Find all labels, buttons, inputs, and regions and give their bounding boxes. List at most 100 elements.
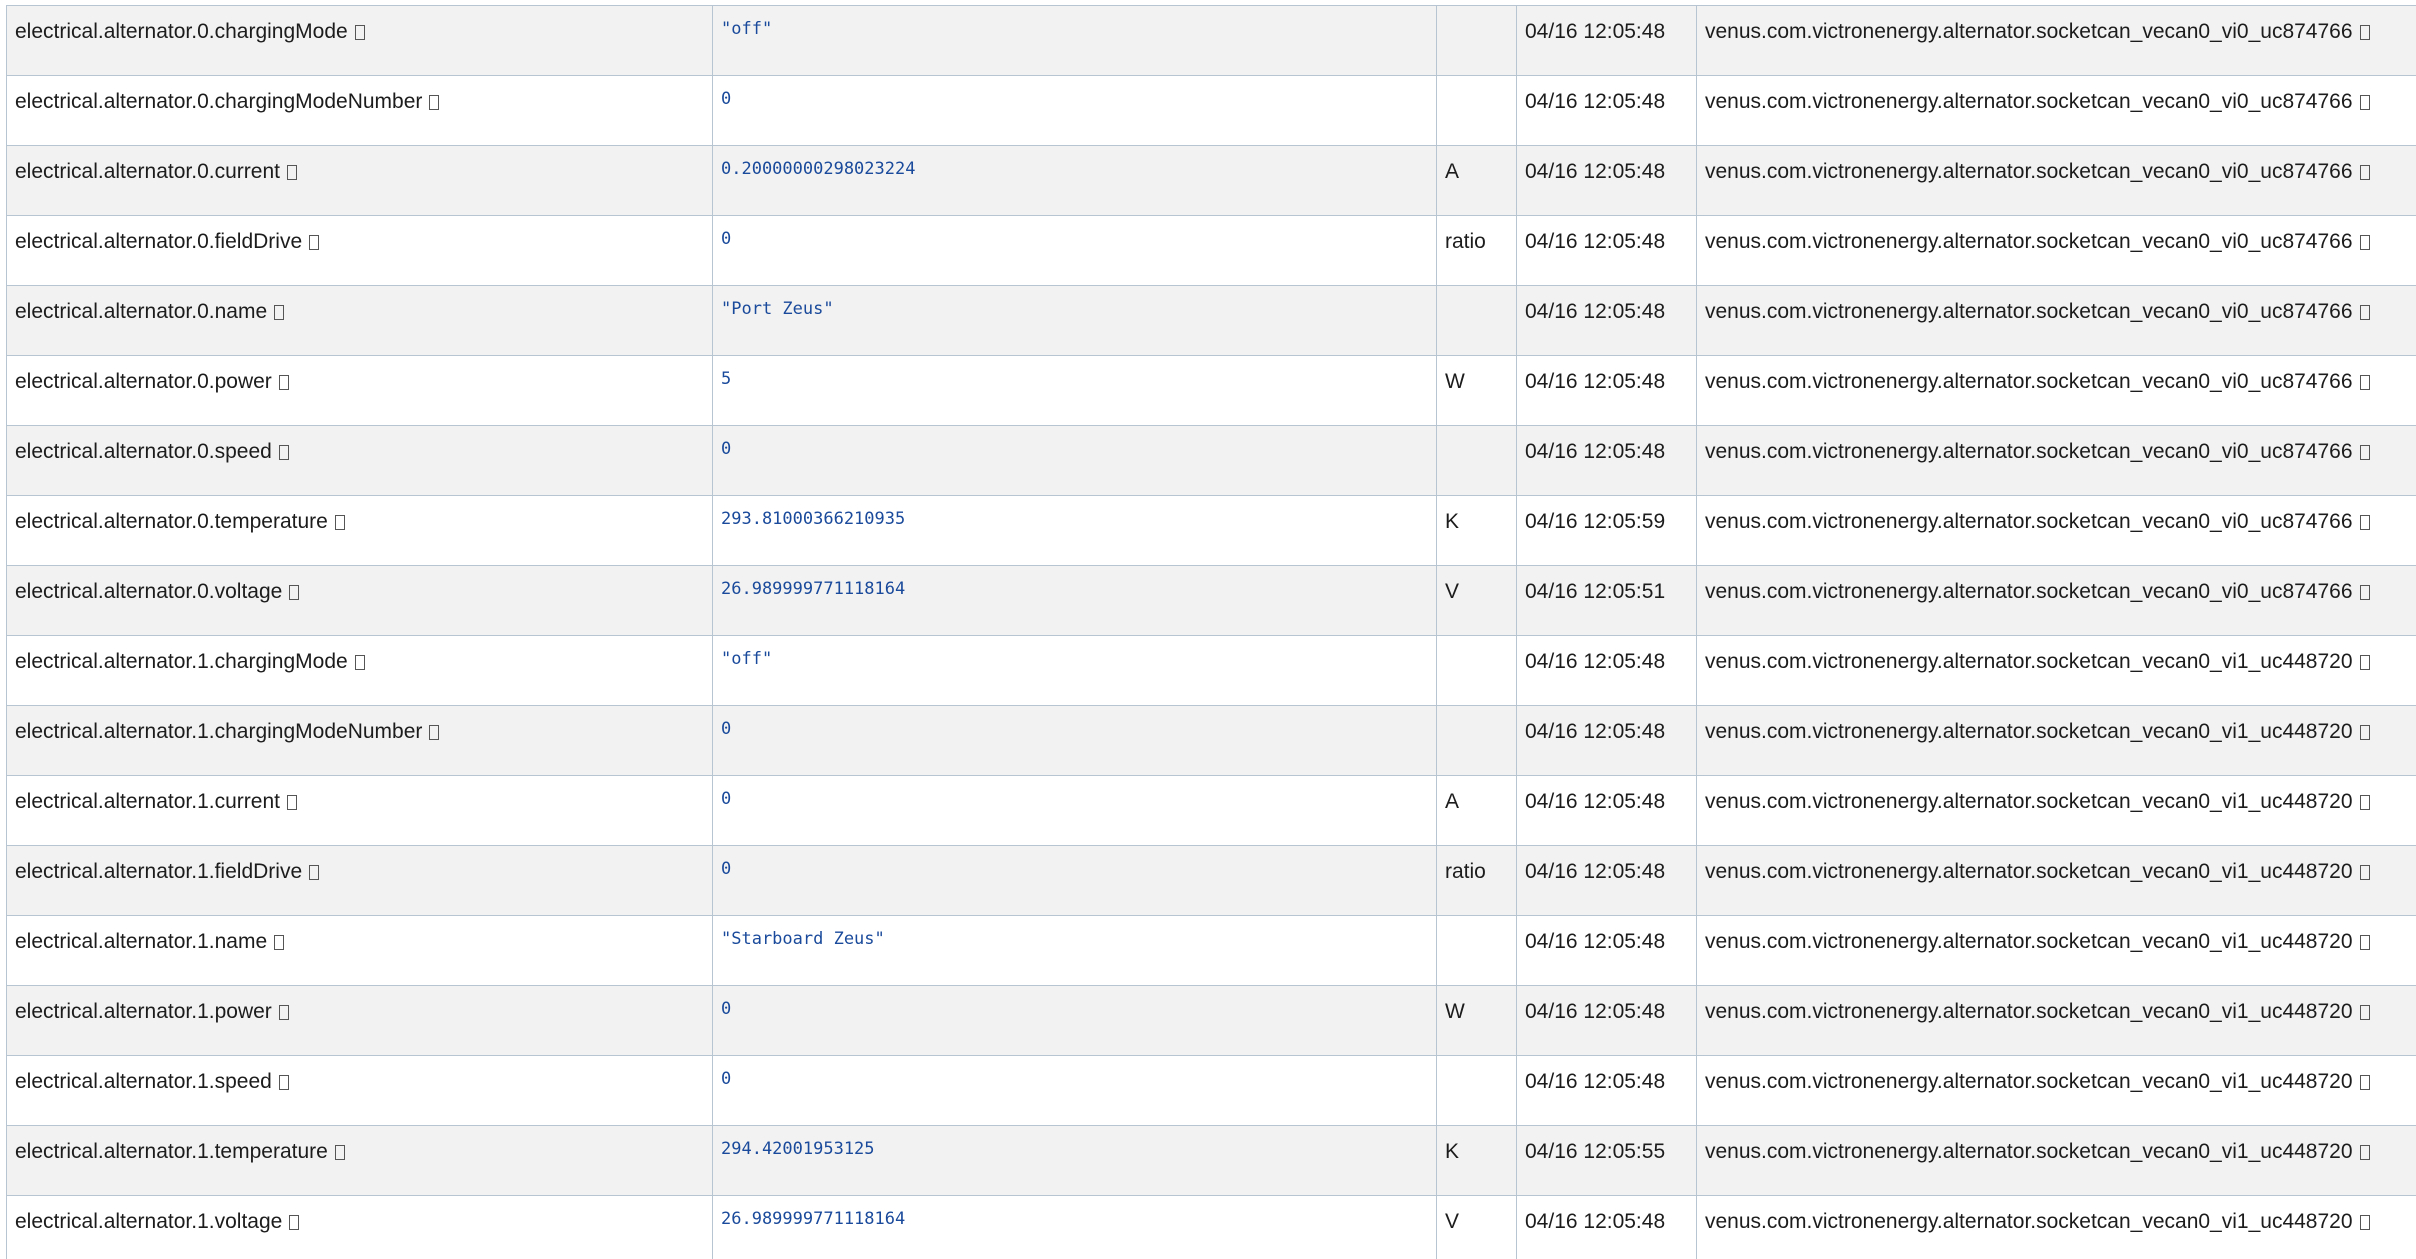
copy-source-icon[interactable] (2359, 1005, 2370, 1020)
path-text: electrical.alternator.0.name (15, 300, 268, 323)
timestamp-cell: 04/16 12:05:48 (1516, 425, 1697, 496)
value-cell: 26.989999771118164 (712, 1195, 1437, 1259)
timestamp-text: 04/16 12:05:48 (1525, 20, 1666, 43)
copy-path-icon[interactable] (278, 375, 289, 390)
value-text: "off" (721, 19, 773, 39)
source-text: venus.com.victronenergy.alternator.socke… (1705, 370, 2353, 393)
units-text: V (1445, 580, 1460, 603)
copy-path-icon[interactable] (334, 515, 345, 530)
copy-path-icon[interactable] (289, 585, 300, 600)
copy-source-icon[interactable] (2359, 165, 2370, 180)
source-text: venus.com.victronenergy.alternator.socke… (1705, 650, 2353, 673)
units-text (1445, 707, 1508, 721)
value-text: 0 (721, 89, 732, 109)
table-body: electrical.alternator.0.chargingMode "of… (6, 5, 2416, 1259)
timestamp-text: 04/16 12:05:48 (1525, 790, 1666, 813)
units-text: A (1445, 790, 1460, 813)
copy-source-icon[interactable] (2359, 935, 2370, 950)
units-text (1445, 1057, 1508, 1071)
units-text (1445, 427, 1508, 441)
value-cell: 5 (712, 355, 1437, 426)
units-text: W (1445, 370, 1465, 393)
path-text: electrical.alternator.0.speed (15, 440, 272, 463)
copy-path-icon[interactable] (286, 165, 297, 180)
copy-source-icon[interactable] (2359, 235, 2370, 250)
table-row: electrical.alternator.1.chargingModeNumb… (6, 705, 2416, 776)
copy-path-icon[interactable] (278, 445, 289, 460)
copy-path-icon[interactable] (309, 235, 320, 250)
units-cell: W (1436, 985, 1517, 1056)
table-row: electrical.alternator.1.current 0 A 04/1… (6, 775, 2416, 846)
copy-source-icon[interactable] (2359, 25, 2370, 40)
value-text: "off" (721, 649, 773, 669)
copy-path-icon[interactable] (354, 655, 365, 670)
source-text: venus.com.victronenergy.alternator.socke… (1705, 1210, 2353, 1233)
value-cell: 0 (712, 705, 1437, 776)
copy-source-icon[interactable] (2359, 95, 2370, 110)
table-row: electrical.alternator.0.current 0.200000… (6, 145, 2416, 216)
copy-path-icon[interactable] (334, 1145, 345, 1160)
source-text: venus.com.victronenergy.alternator.socke… (1705, 440, 2353, 463)
timestamp-cell: 04/16 12:05:55 (1516, 1125, 1697, 1196)
copy-source-icon[interactable] (2359, 1075, 2370, 1090)
source-text: venus.com.victronenergy.alternator.socke… (1705, 790, 2353, 813)
table-row: electrical.alternator.1.chargingMode "of… (6, 635, 2416, 706)
table-row: electrical.alternator.0.speed 0 04/16 12… (6, 425, 2416, 496)
source-text: venus.com.victronenergy.alternator.socke… (1705, 300, 2353, 323)
timestamp-cell: 04/16 12:05:48 (1516, 145, 1697, 216)
copy-source-icon[interactable] (2359, 725, 2370, 740)
copy-path-icon[interactable] (309, 865, 320, 880)
copy-path-icon[interactable] (278, 1005, 289, 1020)
copy-path-icon[interactable] (286, 795, 297, 810)
value-cell: "off" (712, 5, 1437, 76)
copy-path-icon[interactable] (274, 935, 285, 950)
path-cell: electrical.alternator.0.speed (6, 425, 713, 496)
path-text: electrical.alternator.1.speed (15, 1070, 272, 1093)
copy-source-icon[interactable] (2359, 305, 2370, 320)
copy-source-icon[interactable] (2359, 1215, 2370, 1230)
copy-path-icon[interactable] (429, 725, 440, 740)
source-text: venus.com.victronenergy.alternator.socke… (1705, 160, 2353, 183)
copy-path-icon[interactable] (274, 305, 285, 320)
source-text: venus.com.victronenergy.alternator.socke… (1705, 510, 2353, 533)
copy-path-icon[interactable] (354, 25, 365, 40)
timestamp-text: 04/16 12:05:48 (1525, 650, 1666, 673)
value-text: 0.20000000298023224 (721, 159, 916, 179)
copy-path-icon[interactable] (289, 1215, 300, 1230)
path-text: electrical.alternator.0.chargingMode (15, 20, 348, 43)
copy-source-icon[interactable] (2359, 795, 2370, 810)
path-cell: electrical.alternator.0.temperature (6, 495, 713, 566)
timestamp-cell: 04/16 12:05:48 (1516, 775, 1697, 846)
units-cell (1436, 1055, 1517, 1126)
table-row: electrical.alternator.1.name "Starboard … (6, 915, 2416, 986)
copy-source-icon[interactable] (2359, 445, 2370, 460)
path-cell: electrical.alternator.0.chargingMode (6, 5, 713, 76)
timestamp-text: 04/16 12:05:48 (1525, 1070, 1666, 1093)
copy-source-icon[interactable] (2359, 1145, 2370, 1160)
units-cell: A (1436, 145, 1517, 216)
copy-source-icon[interactable] (2359, 585, 2370, 600)
units-text: K (1445, 510, 1460, 533)
value-text: 0 (721, 439, 732, 459)
timestamp-cell: 04/16 12:05:48 (1516, 285, 1697, 356)
units-cell: V (1436, 1195, 1517, 1259)
copy-source-icon[interactable] (2359, 865, 2370, 880)
timestamp-cell: 04/16 12:05:48 (1516, 985, 1697, 1056)
source-text: venus.com.victronenergy.alternator.socke… (1705, 20, 2353, 43)
path-cell: electrical.alternator.1.voltage (6, 1195, 713, 1259)
copy-path-icon[interactable] (278, 1075, 289, 1090)
units-cell: A (1436, 775, 1517, 846)
timestamp-cell: 04/16 12:05:59 (1516, 495, 1697, 566)
copy-path-icon[interactable] (429, 95, 440, 110)
units-cell (1436, 285, 1517, 356)
path-text: electrical.alternator.1.chargingModeNumb… (15, 720, 423, 743)
table-row: electrical.alternator.1.speed 0 04/16 12… (6, 1055, 2416, 1126)
units-text (1445, 637, 1508, 651)
timestamp-text: 04/16 12:05:59 (1525, 510, 1666, 533)
copy-source-icon[interactable] (2359, 515, 2370, 530)
copy-source-icon[interactable] (2359, 655, 2370, 670)
copy-source-icon[interactable] (2359, 375, 2370, 390)
path-text: electrical.alternator.0.chargingModeNumb… (15, 90, 423, 113)
source-cell: venus.com.victronenergy.alternator.socke… (1696, 285, 2416, 356)
table-row: electrical.alternator.0.power 5 W 04/16 … (6, 355, 2416, 426)
